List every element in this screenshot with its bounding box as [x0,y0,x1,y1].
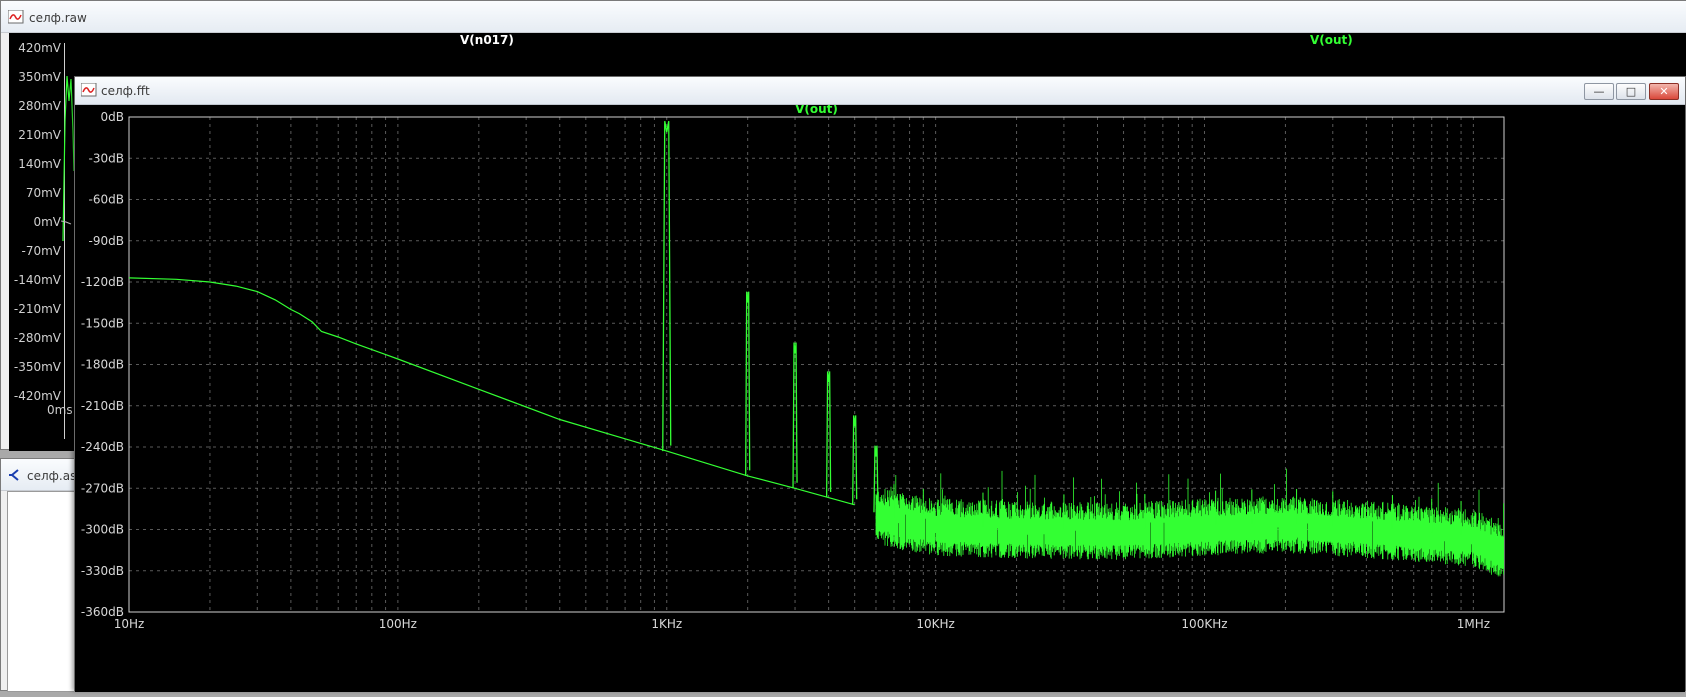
fft-y-tick-label: -300dB [81,523,124,537]
raw-trace-label-n017[interactable]: V(n017) [460,33,514,47]
fft-trace-title[interactable]: V(out) [795,102,838,116]
fft-y-tick-label: -240dB [81,440,124,454]
raw-y-tick-label: -420mV [13,389,61,403]
fft-y-tick-label: -30dB [89,151,124,165]
schematic-window[interactable]: селф.asc [0,458,83,692]
raw-y-tick-label: -280mV [13,331,61,345]
fft-y-tick-label: -120dB [81,275,124,289]
minimize-icon: — [1593,85,1605,98]
fft-plot-window[interactable]: селф.fft — □ ✕ V(out) 0dB -30dB -60dB -90dB -… [74,76,1686,692]
close-icon: ✕ [1659,85,1669,98]
raw-y-tick-label: 210mV [18,128,61,142]
minimize-button[interactable]: — [1584,83,1614,100]
fft-y-tick-label: -210dB [81,399,124,413]
close-button[interactable]: ✕ [1649,83,1679,100]
raw-y-tick-label: 140mV [18,157,61,171]
fft-y-tick-label: -90dB [89,234,124,248]
fft-x-tick-label: 10Hz [114,617,145,631]
schematic-icon [9,469,19,481]
restore-button[interactable]: □ [1616,83,1646,100]
raw-window-titlebar[interactable]: селф.raw [1,1,1686,33]
raw-window-title: селф.raw [29,11,87,25]
waveform-icon [81,83,97,97]
fft-y-tick-label: -330dB [81,564,124,578]
fft-y-tick-label: 0dB [101,110,124,124]
fft-plot-pane[interactable]: V(out) 0dB -30dB -60dB -90dB -120dB -150dB -180… [75,102,1685,692]
fft-x-tick-label: 1MHz [1457,617,1490,631]
raw-y-tick-label: 70mV [25,186,61,200]
raw-y-tick-label: -140mV [13,273,61,287]
raw-y-tick-label: -350mV [13,360,61,374]
fft-chart[interactable]: V(out) 0dB -30dB -60dB -90dB -120dB -150dB -180… [75,102,1685,692]
waveform-icon [8,10,24,24]
fft-noise-floor [875,468,1504,577]
fft-window-titlebar[interactable]: селф.fft — □ ✕ [75,77,1685,105]
fft-y-tick-label: -270dB [81,481,124,495]
raw-y-tick-label: -70mV [21,244,62,258]
restore-icon: □ [1625,85,1637,98]
raw-y-tick-label: -210mV [13,302,61,316]
raw-x-tick-first: 0ms [47,403,73,417]
fft-x-tick-label: 100KHz [1181,617,1227,631]
schematic-canvas[interactable] [7,491,81,692]
raw-trace-label-out[interactable]: V(out) [1310,33,1353,47]
fft-x-tick-label: 1KHz [651,617,682,631]
fft-x-tick-label: 10KHz [916,617,954,631]
raw-y-tick-label: 0mV [33,215,61,229]
raw-y-axis: 420mV 350mV 280mV 210mV 140mV 70mV 0mV -70mV -14… [9,33,67,451]
schematic-window-titlebar[interactable]: селф.asc [1,459,83,491]
fft-y-tick-label: -60dB [89,193,124,207]
raw-y-tick-label: 350mV [18,70,61,84]
fft-y-tick-label: -150dB [81,316,124,330]
fft-x-tick-label: 100Hz [379,617,417,631]
raw-y-tick-label: 420mV [18,41,61,55]
fft-window-title: селф.fft [101,84,150,98]
raw-y-tick-label: 280mV [18,99,61,113]
fft-y-tick-label: -180dB [81,358,124,372]
